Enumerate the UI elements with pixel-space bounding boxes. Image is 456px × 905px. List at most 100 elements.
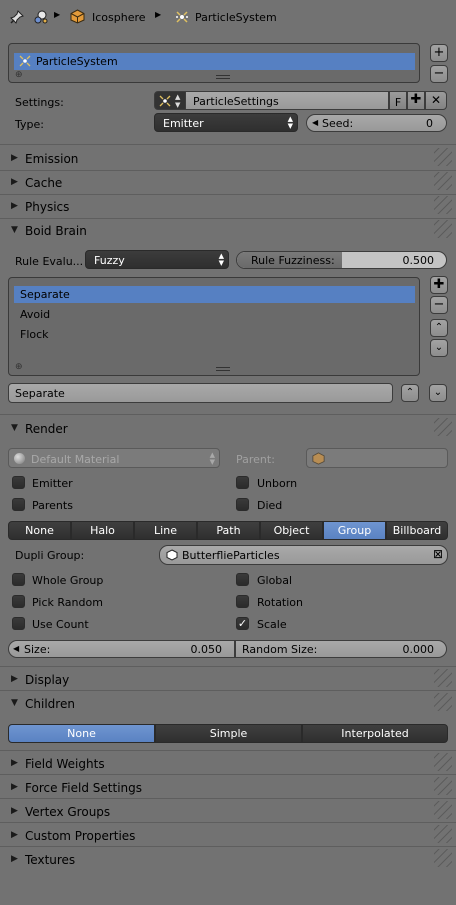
rule-name-value: Separate (15, 387, 65, 400)
particle-settings-name-field[interactable]: ParticleSettings (185, 91, 389, 110)
particle-settings-name: ParticleSettings (193, 95, 279, 108)
pick-random-checkbox[interactable] (12, 595, 25, 608)
panel-children[interactable]: ▼ Children (0, 691, 456, 715)
panel-cache[interactable]: ▶ Cache (0, 170, 456, 194)
list-item[interactable]: Flock (14, 326, 415, 343)
panel-field-weights[interactable]: ▶ Field Weights (0, 751, 456, 775)
children-none[interactable]: None (8, 724, 155, 743)
decrement-arrow-icon[interactable]: ◀ (312, 119, 318, 127)
object-icon (312, 452, 325, 465)
panel-display[interactable]: ▶ Display (0, 667, 456, 691)
render-as-path[interactable]: Path (197, 521, 260, 540)
rule-up-button[interactable]: ⌃ (401, 384, 419, 402)
render-as-object[interactable]: Object (260, 521, 323, 540)
parent-field[interactable] (306, 448, 448, 468)
list-item[interactable]: ParticleSystem (14, 53, 415, 70)
dupli-group-value: ButterflieParticles (182, 549, 280, 562)
died-checkbox[interactable] (236, 498, 249, 511)
drag-grip-icon[interactable] (434, 801, 452, 819)
collapsed-arrow-icon: ▶ (11, 177, 18, 187)
pin-icon[interactable] (10, 10, 24, 24)
random-size-field[interactable]: Random Size: 0.000 (235, 640, 447, 658)
new-settings-button[interactable]: ✚ (407, 91, 425, 110)
panel-render[interactable]: ▼ Render (0, 416, 456, 440)
scale-checkbox[interactable]: ✓ (236, 617, 249, 630)
render-as-halo[interactable]: Halo (71, 521, 134, 540)
panel-label: Textures (25, 853, 76, 867)
boid-rules-list: Separate Avoid Flock ⊕ (8, 277, 420, 376)
list-item[interactable]: Separate (14, 286, 415, 303)
unlink-settings-button[interactable]: ✕ (425, 91, 447, 110)
children-interpolated[interactable]: Interpolated (302, 724, 448, 743)
breadcrumb-particle-system[interactable]: ParticleSystem (195, 12, 277, 23)
panel-label: Cache (25, 176, 63, 190)
rule-name-field[interactable]: Separate (8, 383, 393, 403)
drag-grip-icon[interactable] (434, 825, 452, 843)
drag-grip-icon[interactable] (434, 220, 452, 238)
panel-textures[interactable]: ▶ Textures (0, 847, 456, 871)
list-item-label: Avoid (20, 308, 51, 321)
drag-grip-icon[interactable] (434, 753, 452, 771)
panel-custom-properties[interactable]: ▶ Custom Properties (0, 823, 456, 847)
global-label: Global (257, 574, 293, 587)
render-as-billboard[interactable]: Billboard (386, 521, 448, 540)
particle-system-list: ParticleSystem ⊕ (8, 43, 420, 83)
emitter-checkbox[interactable] (12, 476, 25, 489)
move-rule-up-button[interactable]: ⌃ (430, 319, 448, 337)
add-rule-button[interactable]: ✚ (430, 276, 448, 294)
rule-evaluation-dropdown[interactable]: Fuzzy ▲ ▼ (85, 250, 229, 269)
panel-physics[interactable]: ▶ Physics (0, 194, 456, 218)
filter-toggle-icon[interactable]: ⊕ (15, 71, 23, 80)
expanded-arrow-icon: ▼ (11, 225, 18, 235)
drag-grip-icon[interactable] (434, 669, 452, 687)
decrement-arrow-icon[interactable]: ◀ (13, 645, 19, 653)
use-count-checkbox[interactable] (12, 617, 25, 630)
drag-grip-icon[interactable] (434, 418, 452, 436)
drag-grip-icon[interactable] (434, 196, 452, 214)
list-item[interactable]: Avoid (14, 306, 415, 323)
add-particle-system-button[interactable]: + (430, 44, 448, 62)
rule-down-button[interactable]: ⌄ (429, 384, 447, 402)
unborn-label: Unborn (257, 477, 298, 490)
rotation-checkbox[interactable] (236, 595, 249, 608)
panel-force-field-settings[interactable]: ▶ Force Field Settings (0, 775, 456, 799)
type-dropdown[interactable]: Emitter ▲ ▼ (154, 113, 298, 132)
unborn-checkbox[interactable] (236, 476, 249, 489)
material-dropdown[interactable]: Default Material ▲ ▼ (8, 448, 220, 468)
rule-fuzziness-slider[interactable]: Rule Fuzziness: 0.500 (236, 251, 447, 269)
remove-particle-system-button[interactable]: − (430, 65, 448, 83)
drag-grip-icon[interactable] (434, 172, 452, 190)
particle-settings-browse-button[interactable]: ▲ ▼ (154, 91, 186, 110)
drag-grip-icon[interactable] (434, 777, 452, 795)
material-icon (14, 453, 25, 464)
panel-vertex-groups[interactable]: ▶ Vertex Groups (0, 799, 456, 823)
fake-user-button[interactable]: F (389, 91, 407, 110)
panel-emission[interactable]: ▶ Emission (0, 146, 456, 170)
move-rule-down-button[interactable]: ⌄ (430, 339, 448, 357)
drag-grip-icon[interactable] (434, 148, 452, 166)
global-checkbox[interactable] (236, 573, 249, 586)
scene-data-icon[interactable] (33, 9, 49, 25)
render-as-group[interactable]: Group (323, 521, 386, 540)
expanded-arrow-icon: ▼ (11, 423, 18, 433)
dupli-group-field[interactable]: ButterflieParticles ⊠ (159, 545, 448, 565)
size-field[interactable]: ◀ Size: 0.050 (8, 640, 235, 658)
render-as-line[interactable]: Line (134, 521, 197, 540)
render-as-none[interactable]: None (8, 521, 71, 540)
parents-checkbox[interactable] (12, 498, 25, 511)
seed-field[interactable]: ◀ Seed: 0 (306, 114, 447, 132)
drag-grip-icon[interactable] (434, 693, 452, 711)
collapsed-arrow-icon: ▶ (11, 854, 18, 864)
drag-grip-icon[interactable] (434, 849, 452, 867)
breadcrumb-object[interactable]: Icosphere (92, 12, 146, 23)
filter-toggle-icon[interactable]: ⊕ (15, 363, 23, 372)
rule-fuzziness-value: 0.500 (402, 254, 435, 267)
resize-grip-icon[interactable] (216, 367, 230, 371)
rotation-label: Rotation (257, 596, 304, 609)
whole-group-checkbox[interactable] (12, 573, 25, 586)
children-simple[interactable]: Simple (155, 724, 302, 743)
panel-boid-brain[interactable]: ▼ Boid Brain (0, 218, 456, 242)
clear-field-icon[interactable]: ⊠ (433, 548, 443, 560)
remove-rule-button[interactable]: − (430, 296, 448, 314)
resize-grip-icon[interactable] (216, 75, 230, 79)
